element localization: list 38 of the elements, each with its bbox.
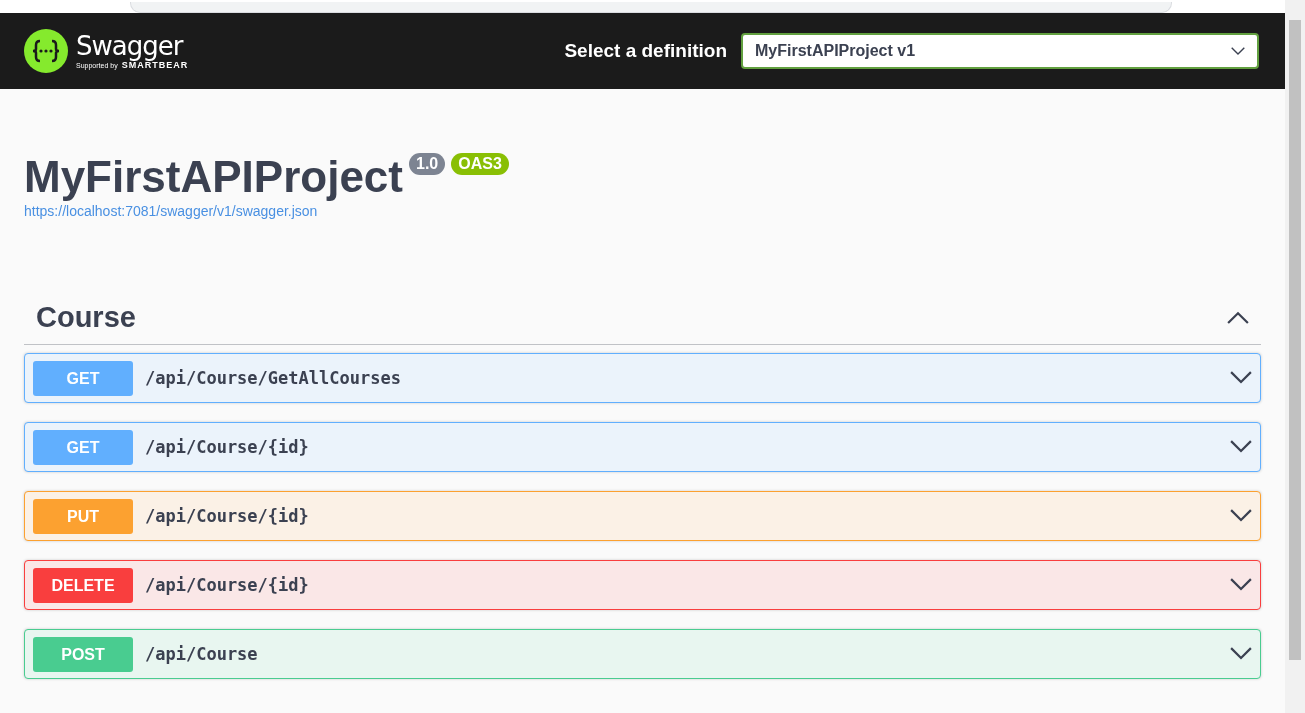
expand-button[interactable] bbox=[1230, 647, 1252, 661]
endpoint-path: /api/Course/GetAllCourses bbox=[145, 368, 401, 388]
expand-button[interactable] bbox=[1230, 509, 1252, 523]
operation-row[interactable]: GET /api/Course/{id} bbox=[24, 422, 1261, 472]
method-label: GET bbox=[33, 360, 133, 396]
braces-logo-icon bbox=[24, 29, 68, 73]
endpoint-path: /api/Course/{id} bbox=[145, 437, 309, 457]
operation-row[interactable]: POST /api/Course bbox=[24, 629, 1261, 679]
expand-button[interactable] bbox=[1230, 578, 1252, 592]
chevron-icon bbox=[1230, 578, 1252, 592]
chevron-icon bbox=[1227, 310, 1249, 325]
method-label: PUT bbox=[33, 498, 133, 534]
logo-name: Swagger bbox=[76, 32, 183, 60]
chevron-icon bbox=[1230, 509, 1252, 523]
chevron-icon bbox=[1230, 647, 1252, 661]
operation-row[interactable]: GET /api/Course/GetAllCourses bbox=[24, 353, 1261, 403]
endpoint-path: /api/Course bbox=[145, 644, 258, 664]
scrollbar[interactable] bbox=[1285, 0, 1305, 713]
operation-row[interactable]: DELETE /api/Course/{id} bbox=[24, 560, 1261, 610]
definition-select[interactable]: MyFirstAPIProject v1 bbox=[741, 33, 1259, 69]
section-header[interactable]: Course bbox=[24, 291, 1261, 345]
expand-button[interactable] bbox=[1230, 371, 1252, 385]
operation-row[interactable]: PUT /api/Course/{id} bbox=[24, 491, 1261, 541]
definition-label: Select a definition bbox=[564, 40, 727, 62]
method-label: DELETE bbox=[33, 567, 133, 603]
chevron-icon bbox=[1230, 371, 1252, 385]
api-title: MyFirstAPIProject bbox=[24, 151, 403, 203]
logo-brand: SMARTBEAR bbox=[121, 60, 189, 70]
version-badge: 1.0 bbox=[409, 153, 446, 175]
expand-button[interactable] bbox=[1230, 440, 1252, 454]
endpoint-path: /api/Course/{id} bbox=[145, 506, 309, 526]
endpoint-path: /api/Course/{id} bbox=[145, 575, 309, 595]
caret-icon bbox=[1231, 46, 1245, 56]
scrollbar-thumb[interactable] bbox=[1289, 20, 1301, 660]
method-label: GET bbox=[33, 429, 133, 465]
spec-badge: OAS3 bbox=[451, 153, 509, 175]
method-label: POST bbox=[33, 636, 133, 672]
chevron-icon bbox=[1230, 440, 1252, 454]
